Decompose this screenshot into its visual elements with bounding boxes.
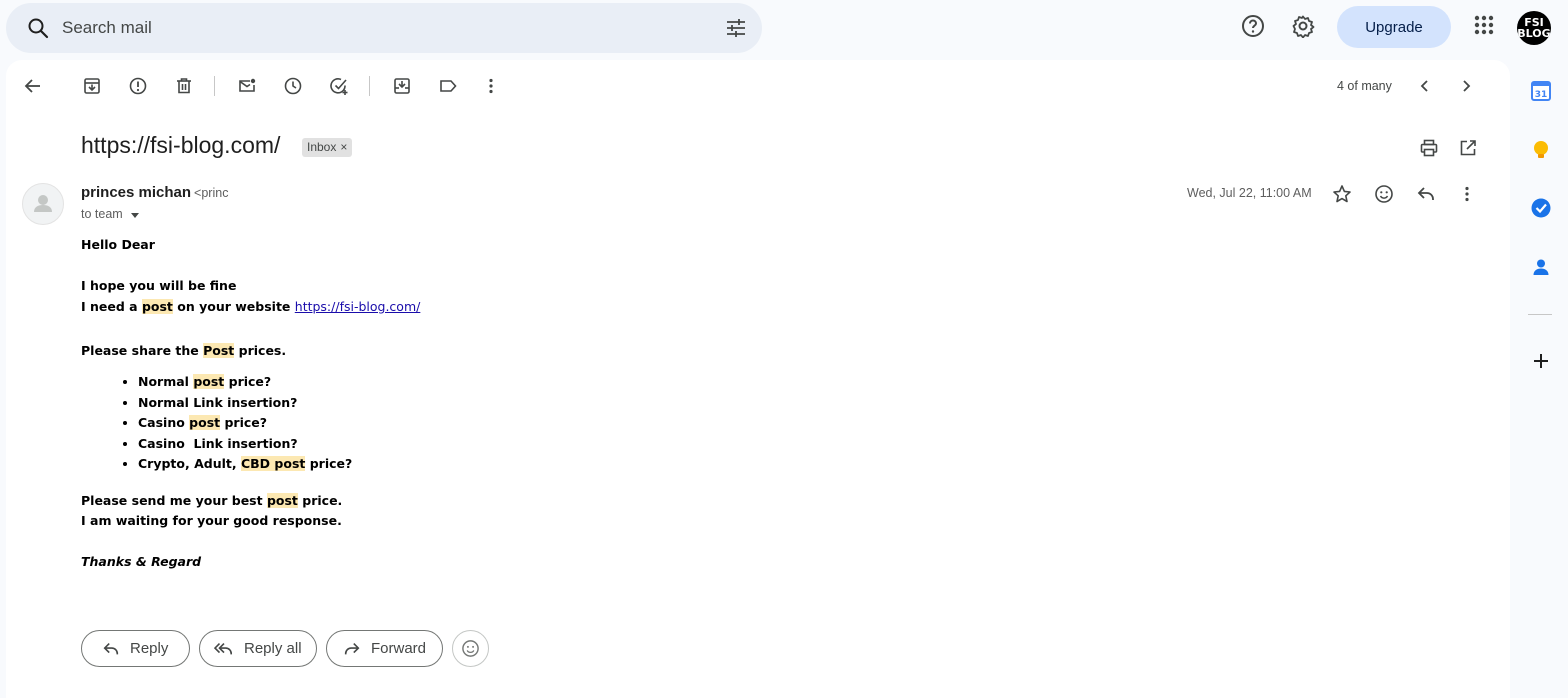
- website-link[interactable]: https://fsi-blog.com/: [295, 299, 421, 314]
- reply-all-label: Reply all: [244, 640, 302, 657]
- sender-avatar[interactable]: [22, 183, 64, 225]
- sender-email: <princ: [194, 186, 229, 200]
- body-line: Please share the Post prices.: [81, 343, 286, 358]
- calendar-icon[interactable]: 31: [1530, 80, 1552, 102]
- chevron-left-icon[interactable]: [1415, 76, 1435, 96]
- recipients-text: to team: [81, 207, 123, 221]
- text-fragment: Please send me your best: [81, 493, 267, 508]
- sender-name[interactable]: princes michan <princ: [81, 184, 228, 201]
- reply-all-button[interactable]: Reply all: [199, 630, 317, 667]
- text-fragment: prices.: [234, 343, 287, 358]
- list-item: Casino post price?: [138, 415, 352, 436]
- search-highlight: post: [193, 374, 225, 389]
- add-to-tasks-icon[interactable]: [329, 76, 349, 96]
- help-icon[interactable]: [1241, 14, 1265, 38]
- body-line: Please send me your best post price.: [81, 493, 342, 508]
- body-greeting: Hello Dear: [81, 237, 155, 252]
- search-bar[interactable]: [6, 3, 762, 53]
- chevron-down-icon[interactable]: [130, 210, 140, 220]
- message-date: Wed, Jul 22, 11:00 AM: [1187, 186, 1312, 200]
- top-bar: Upgrade FSI BLOG: [0, 0, 1568, 56]
- add-reaction-emoji-icon[interactable]: [1374, 184, 1394, 204]
- list-item: Casino Link insertion?: [138, 436, 352, 457]
- search-highlight: CBD: [240, 456, 271, 471]
- text-fragment: price.: [297, 493, 343, 508]
- text-fragment: price?: [220, 415, 268, 430]
- search-highlight: Post: [203, 343, 235, 358]
- more-vertical-icon[interactable]: [481, 76, 501, 96]
- emoji-icon: [462, 640, 479, 657]
- add-plus-icon[interactable]: [1530, 350, 1552, 372]
- emoji-reaction-button[interactable]: [452, 630, 489, 667]
- report-spam-icon[interactable]: [128, 76, 148, 96]
- reply-icon: [103, 642, 119, 654]
- pager-count: 4 of many: [1337, 79, 1392, 93]
- reply-all-icon: [214, 642, 233, 654]
- side-panel: 31: [1514, 60, 1568, 698]
- text-fragment: Casino: [138, 415, 190, 430]
- message-subject: https://fsi-blog.com/: [81, 132, 281, 158]
- text-fragment: Normal: [138, 374, 194, 389]
- apps-grid-icon[interactable]: [1473, 14, 1495, 36]
- mark-unread-icon[interactable]: [237, 76, 257, 96]
- tasks-check-icon[interactable]: [1530, 197, 1552, 219]
- side-panel-divider: [1528, 314, 1552, 315]
- text-fragment: price?: [305, 456, 353, 471]
- forward-button[interactable]: Forward: [326, 630, 443, 667]
- text-fragment: I need a: [81, 299, 142, 314]
- open-in-new-window-icon[interactable]: [1458, 138, 1478, 158]
- contacts-person-icon[interactable]: [1530, 256, 1552, 278]
- forward-icon: [344, 642, 360, 654]
- search-icon[interactable]: [26, 16, 50, 40]
- recipients-line[interactable]: to team: [81, 207, 140, 221]
- sender-name-text: princes michan: [81, 184, 192, 201]
- toolbar-divider: [214, 76, 215, 96]
- print-icon[interactable]: [1419, 138, 1439, 158]
- search-input[interactable]: [62, 13, 662, 43]
- reply-label: Reply: [130, 640, 169, 657]
- text-fragment: Please share the: [81, 343, 204, 358]
- search-highlight: post: [266, 493, 298, 508]
- settings-gear-icon[interactable]: [1291, 14, 1315, 38]
- message-panel: 4 of many https://fsi-blog.com/ Inbox × p…: [6, 60, 1510, 698]
- text-fragment: on your website: [172, 299, 295, 314]
- list-item: Normal Link insertion?: [138, 395, 352, 416]
- signature: Thanks & Regard: [81, 554, 202, 569]
- upgrade-button[interactable]: Upgrade: [1337, 6, 1451, 48]
- inbox-label-chip[interactable]: Inbox ×: [302, 138, 353, 157]
- forward-label: Forward: [371, 640, 427, 657]
- message-more-icon[interactable]: [1457, 184, 1477, 204]
- text-fragment: price?: [224, 374, 272, 389]
- body-line: I need a post on your website https://fs…: [81, 299, 420, 314]
- label-tag-icon[interactable]: [438, 76, 458, 96]
- reply-button[interactable]: Reply: [81, 630, 190, 667]
- body-line: I hope you will be fine: [81, 278, 237, 293]
- text-fragment: Crypto, Adult,: [138, 456, 241, 471]
- list-item: Normal post price?: [138, 374, 352, 395]
- search-options-icon[interactable]: [724, 16, 748, 40]
- search-highlight: post: [141, 299, 173, 314]
- keep-bulb-icon[interactable]: [1530, 139, 1552, 161]
- search-highlight: post: [189, 415, 221, 430]
- price-question-list: Normal post price? Normal Link insertion…: [138, 374, 352, 477]
- list-item: Crypto, Adult, CBD post price?: [138, 456, 352, 477]
- account-avatar[interactable]: FSI BLOG: [1517, 11, 1551, 45]
- archive-icon[interactable]: [82, 76, 102, 96]
- move-to-icon[interactable]: [392, 76, 412, 96]
- star-icon[interactable]: [1332, 184, 1352, 204]
- delete-trash-icon[interactable]: [174, 76, 194, 96]
- reply-arrow-icon[interactable]: [1416, 184, 1436, 204]
- toolbar-divider: [369, 76, 370, 96]
- svg-text:31: 31: [1535, 90, 1548, 100]
- back-arrow-icon[interactable]: [23, 76, 43, 96]
- search-highlight: post: [274, 456, 306, 471]
- snooze-clock-icon[interactable]: [283, 76, 303, 96]
- remove-label-icon[interactable]: ×: [340, 140, 347, 154]
- body-line: I am waiting for your good response.: [81, 513, 342, 528]
- chevron-right-icon[interactable]: [1456, 76, 1476, 96]
- label-name: Inbox: [307, 140, 337, 154]
